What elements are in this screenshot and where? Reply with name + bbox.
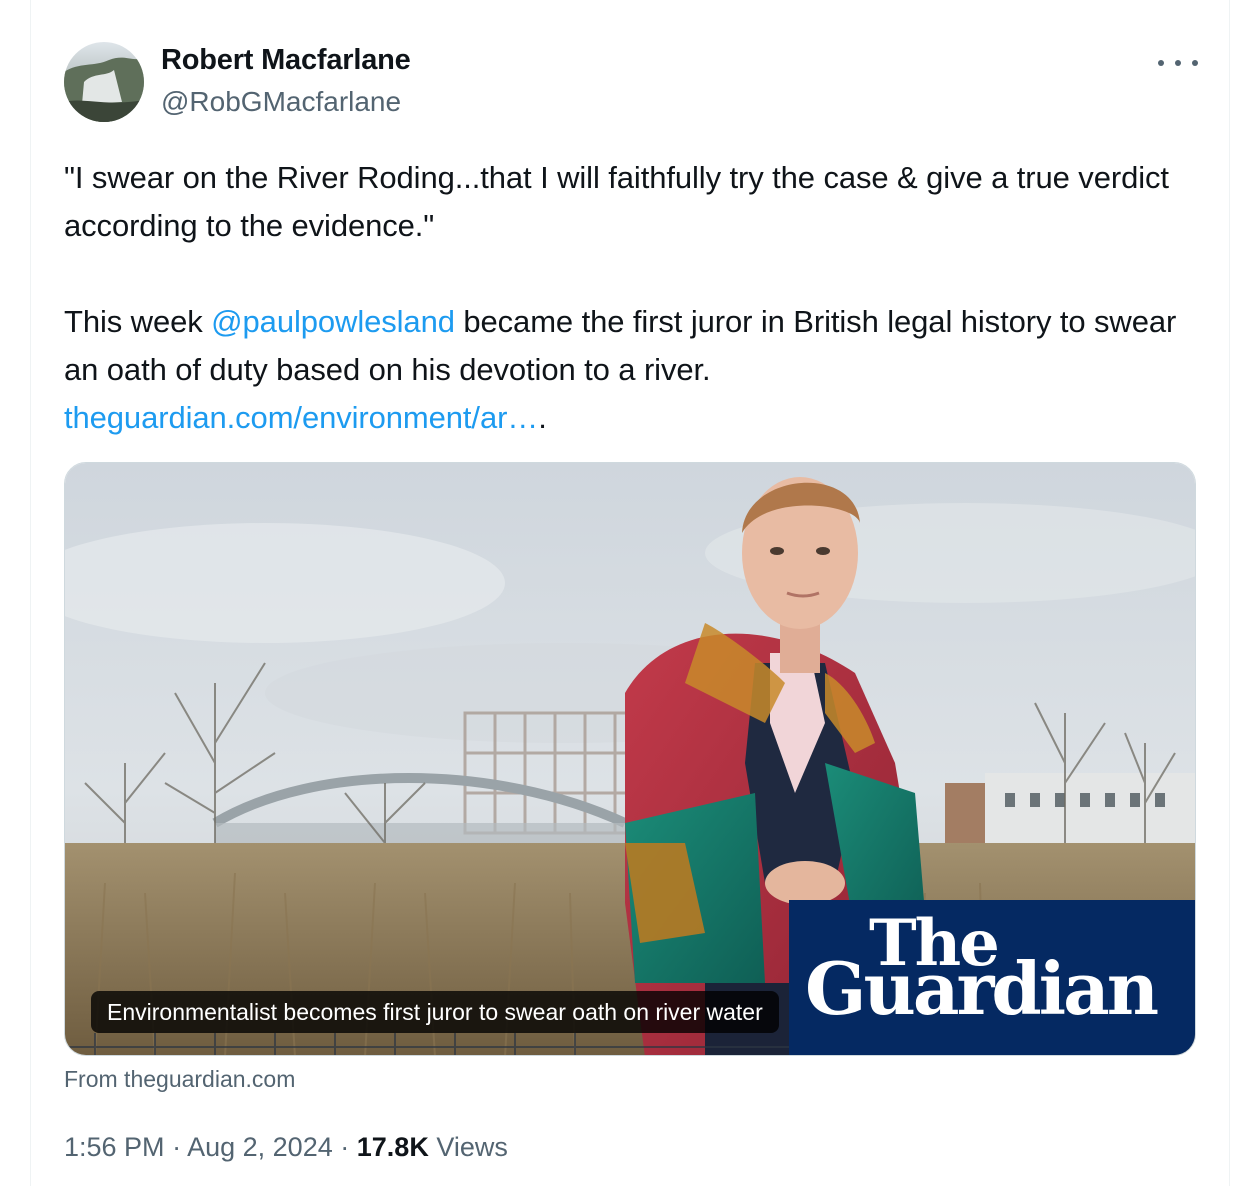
article-url-link[interactable]: theguardian.com/environment/ar… xyxy=(64,400,538,435)
dot xyxy=(1158,60,1164,66)
guardian-logo-line2: Guardian xyxy=(805,946,1159,1031)
card-source[interactable]: From theguardian.com xyxy=(64,1066,295,1093)
card-caption: Environmentalist becomes first juror to … xyxy=(91,991,779,1033)
more-horizontal-icon[interactable] xyxy=(1158,56,1198,70)
avatar[interactable] xyxy=(64,42,144,122)
tweet-body: This week @paulpowlesland became the fir… xyxy=(64,298,1214,442)
author-name[interactable]: Robert Macfarlane xyxy=(161,44,411,77)
author-handle[interactable]: @RobGMacfarlane xyxy=(161,86,401,118)
mention-link[interactable]: @paulpowlesland xyxy=(211,304,455,339)
dot xyxy=(1175,60,1181,66)
tweet-meta: 1:56 PM · Aug 2, 2024 · 17.8K Views xyxy=(64,1132,508,1163)
tweet-text: "I swear on the River Roding...that I wi… xyxy=(64,154,1214,442)
tweet-body-text: This week xyxy=(64,304,212,339)
separator: · xyxy=(340,1132,350,1162)
views-label: Views xyxy=(436,1132,508,1162)
separator: · xyxy=(172,1132,182,1162)
tweet-date[interactable]: Aug 2, 2024 xyxy=(187,1132,333,1162)
tweet-quote: "I swear on the River Roding...that I wi… xyxy=(64,160,1169,243)
views-count: 17.8K xyxy=(356,1132,429,1162)
url-suffix: . xyxy=(538,400,547,435)
dot xyxy=(1192,60,1198,66)
link-preview-card[interactable]: The Guardian Environmentalist becomes fi… xyxy=(64,462,1196,1056)
guardian-logo: The Guardian xyxy=(789,900,1195,1055)
tweet-time[interactable]: 1:56 PM xyxy=(64,1132,165,1162)
